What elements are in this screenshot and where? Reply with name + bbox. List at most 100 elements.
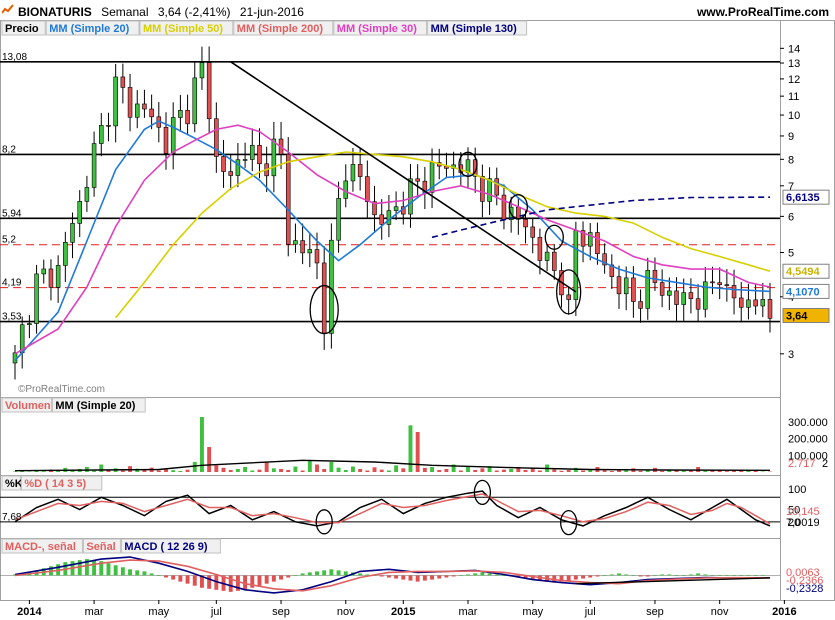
- macd-histogram-bar: [401, 575, 406, 580]
- candle: [170, 117, 176, 154]
- x-tick-label: may: [522, 606, 543, 618]
- candle: [631, 277, 636, 302]
- x-axis: 2014 mar may jul sep nov 2015 mar may jul sep nov 20…: [17, 600, 797, 618]
- candle: [250, 144, 255, 160]
- volume-bar: [199, 417, 204, 472]
- macd-histogram-bar: [494, 574, 499, 576]
- candle: [566, 294, 571, 300]
- y-tick-label: 200.000: [788, 434, 828, 446]
- watermark: ©ProRealTime.com: [18, 384, 105, 395]
- candle: [667, 290, 672, 296]
- candle: [350, 164, 356, 182]
- volume-bar: [386, 470, 391, 472]
- candle: [724, 284, 730, 286]
- volume-bar: [214, 465, 219, 472]
- candle: [767, 299, 773, 319]
- candle: [595, 232, 600, 255]
- macd-histogram-bar: [192, 575, 197, 586]
- volume-bar: [221, 467, 226, 472]
- site-link[interactable]: www.ProRealTime.com: [697, 5, 829, 19]
- macd-histogram-bar: [674, 575, 679, 576]
- y-tick-label: 3: [788, 349, 794, 361]
- macd-histogram-bar: [279, 575, 284, 580]
- candle: [99, 125, 104, 144]
- legend-label: Volumen: [5, 400, 51, 412]
- candle: [487, 178, 492, 202]
- volume-bar: [602, 470, 607, 472]
- macd-histogram-bar: [710, 575, 715, 576]
- candle: [760, 299, 766, 307]
- candle: [142, 103, 147, 110]
- stochastic-tag: 7,0019: [786, 517, 820, 529]
- candle: [523, 219, 528, 228]
- candle: [623, 277, 629, 295]
- volume-bar: [703, 471, 708, 472]
- candle: [365, 176, 370, 203]
- macd-histogram-bar: [92, 560, 97, 576]
- volume-bar: [156, 470, 161, 472]
- macd-histogram-bar: [739, 575, 744, 576]
- macd-histogram-bar: [286, 575, 291, 578]
- volume-bar: [41, 471, 46, 472]
- x-tick-label: sep: [646, 606, 664, 618]
- volume-bar: [401, 468, 406, 472]
- macd-histogram-bar: [746, 575, 751, 576]
- macd-histogram-bar: [149, 573, 154, 576]
- legend-label: %K: [5, 478, 23, 490]
- legend-label: Señal: [86, 541, 115, 553]
- macd-histogram-bar: [264, 575, 269, 584]
- volume-bar: [379, 469, 384, 472]
- prorealtime-logo-icon: [2, 4, 14, 14]
- macd-histogram-bar: [415, 575, 420, 582]
- macd-histogram-bar: [732, 575, 737, 576]
- macd-histogram-bar: [451, 575, 456, 577]
- candle: [717, 282, 722, 285]
- macd-histogram-bar: [588, 575, 593, 578]
- volume-bar: [257, 469, 262, 472]
- candle: [106, 125, 111, 127]
- candle: [70, 223, 75, 243]
- candle: [120, 76, 126, 88]
- volume-bar: [293, 466, 298, 472]
- candle: [285, 153, 291, 245]
- macd-histogram-bar: [336, 570, 341, 576]
- macd-histogram-bar: [631, 575, 636, 576]
- candle: [415, 178, 420, 182]
- symbol: BIONATURIS: [18, 5, 92, 19]
- candle: [163, 126, 169, 154]
- volume-bar: [315, 464, 319, 472]
- volume-bar: [681, 470, 686, 472]
- macd-histogram-bar: [178, 575, 183, 582]
- volume-bar: [92, 470, 97, 472]
- x-tick-label: 2014: [17, 606, 42, 618]
- candle: [235, 159, 241, 176]
- macd-histogram-bar: [487, 573, 492, 576]
- level-label: 3,53: [2, 312, 22, 323]
- candle: [178, 110, 183, 118]
- macd-histogram-bar: [458, 575, 463, 576]
- legend-label: MM (Simple 20): [55, 400, 135, 412]
- candle: [185, 110, 190, 125]
- candle: [314, 249, 320, 264]
- candle: [134, 103, 140, 118]
- volume-bar: [300, 470, 305, 472]
- level-label: 8,2: [2, 144, 16, 155]
- candle: [688, 292, 694, 299]
- legend-label: MM (Simple 130): [431, 23, 518, 35]
- volume-bar: [422, 467, 427, 472]
- candle: [573, 230, 579, 300]
- volume-bar: [13, 471, 17, 472]
- macd-histogram-bar: [717, 575, 722, 576]
- legend-label: MM (Simple 20): [49, 23, 129, 35]
- legend-label: %D ( 14 3 5): [24, 478, 86, 490]
- macd-histogram-bar: [696, 573, 701, 576]
- candle: [638, 301, 643, 309]
- macd-histogram-bar: [609, 574, 614, 576]
- candle: [221, 156, 226, 172]
- x-tick-label: nov: [337, 606, 355, 618]
- candle: [645, 269, 651, 309]
- candle: [27, 323, 32, 325]
- candle: [149, 108, 154, 118]
- volume-bar: [444, 469, 449, 472]
- stock-chart: 3456789101112131413,088,25,945,24,193,53…: [0, 20, 835, 618]
